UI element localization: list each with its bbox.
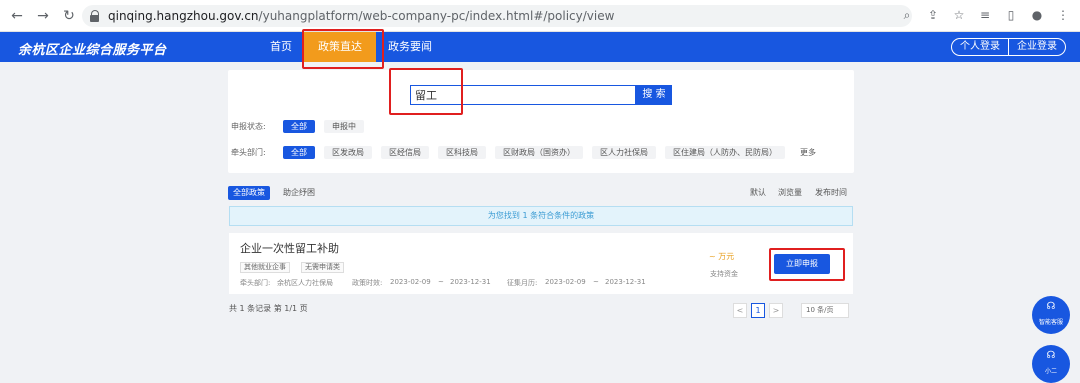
browser-toolbar: ← → ↻ qinqing.hangzhou.gov.cn/yuhangplat… (0, 0, 1080, 32)
policy-title[interactable]: 企业一次性留工补助 (240, 240, 339, 256)
tab-relief[interactable]: 助企纾困 (278, 186, 320, 200)
menu-icon[interactable]: ⋮ (1054, 6, 1072, 24)
status-filter-label: 申报状态: (231, 122, 266, 131)
policy-collect-end: 2023-12-31 (605, 278, 646, 286)
policy-tag: 其他就业企事 (240, 262, 290, 273)
reading-list-icon[interactable]: ≡ (976, 6, 994, 24)
login-group: 个人登录 企业登录 (951, 38, 1066, 56)
dept-option-jingxin[interactable]: 区经信局 (381, 146, 429, 159)
dept-option-fagai[interactable]: 区发改局 (324, 146, 372, 159)
policy-dept: 余杭区人力社保局 (277, 279, 333, 287)
dept-option-keji[interactable]: 区科技局 (438, 146, 486, 159)
policy-valid-tilde: ~ (438, 278, 444, 286)
zoom-icon[interactable]: ⌕ (898, 6, 916, 24)
personal-login-button[interactable]: 个人登录 (951, 38, 1009, 56)
tab-all-policies[interactable]: 全部政策 (228, 186, 270, 200)
prev-page-button[interactable]: < (733, 303, 747, 318)
site-header: 余杭区企业综合服务平台 首页 政策直达 政务要闻 个人登录 企业登录 (0, 32, 1080, 62)
sort-views[interactable]: 浏览量 (778, 186, 802, 200)
headset-icon: ☊ (1046, 301, 1056, 312)
apply-highlight-frame (769, 248, 845, 281)
policy-dept-label: 牵头部门: (240, 279, 271, 287)
forward-icon[interactable]: → (32, 5, 54, 27)
sidebar-icon[interactable]: ▯ (1002, 6, 1020, 24)
dept-option-zhujian[interactable]: 区住建局（人防办、民防局） (665, 146, 785, 159)
nav-news[interactable]: 政务要闻 (376, 32, 444, 62)
policy-tag: 无需申请类 (301, 262, 344, 273)
dept-filter-label: 牵头部门: (231, 148, 266, 157)
status-filter-row: 申报状态: 全部 申报中 (231, 120, 373, 133)
search-highlight-frame (389, 68, 463, 115)
status-option-all[interactable]: 全部 (283, 120, 315, 133)
result-count-banner: 为您找到 1 条符合条件的政策 (229, 206, 853, 226)
profile-icon[interactable]: ● (1028, 6, 1046, 24)
company-login-button[interactable]: 企业登录 (1009, 38, 1066, 56)
dept-filter-row: 牵头部门: 全部 区发改局 区经信局 区科技局 区财政局（国资办） 区人力社保局… (231, 146, 816, 159)
assistant-label: 小二 (1044, 368, 1057, 375)
policy-card[interactable]: 企业一次性留工补助 其他就业企事 无需申请类 牵头部门: 余杭区人力社保局 政策… (229, 233, 853, 294)
status-option-open[interactable]: 申报中 (324, 120, 364, 133)
policy-collect-label: 征集月历: (507, 279, 538, 287)
result-tab-bar: 全部政策 助企纾困 默认 浏览量 发布时间 (228, 184, 854, 202)
sort-default[interactable]: 默认 (750, 186, 766, 200)
search-panel: 搜 索 申报状态: 全部 申报中 牵头部门: 全部 区发改局 区经信局 区科技局… (228, 70, 854, 173)
assistant-button[interactable]: ☊ 小二 (1032, 345, 1070, 383)
nav-home[interactable]: 首页 (258, 32, 304, 62)
dept-option-caizheng[interactable]: 区财政局（国资办） (495, 146, 583, 159)
search-button[interactable]: 搜 索 (636, 85, 672, 105)
total-records: 共 1 条记录 第 1/1 页 (229, 304, 308, 313)
page-size-select[interactable]: 10 条/页 (801, 303, 849, 318)
pager: < 1 > (733, 303, 783, 318)
customer-service-label: 智能客服 (1038, 319, 1063, 326)
policy-collect-start: 2023-02-09 (545, 278, 586, 286)
policy-amount: ~ 万元 (709, 252, 735, 261)
dept-option-renshe[interactable]: 区人力社保局 (592, 146, 656, 159)
nav-highlight-frame (302, 29, 384, 69)
star-icon[interactable]: ☆ (950, 6, 968, 24)
back-icon[interactable]: ← (6, 5, 28, 27)
page-number[interactable]: 1 (751, 303, 765, 318)
reload-icon[interactable]: ↻ (58, 5, 80, 27)
policy-valid-label: 政策时效: (352, 279, 383, 287)
dept-more-link[interactable]: 更多 (800, 147, 816, 158)
share-icon[interactable]: ⇪ (924, 6, 942, 24)
url-path: /yuhangplatform/web-company-pc/index.htm… (258, 9, 615, 23)
url-host: qinqing.hangzhou.gov.cn (108, 9, 259, 23)
site-logo[interactable]: 余杭区企业综合服务平台 (18, 39, 167, 58)
address-bar[interactable]: qinqing.hangzhou.gov.cn/yuhangplatform/w… (82, 5, 912, 27)
policy-valid-end: 2023-12-31 (450, 278, 491, 286)
assistant-icon: ☊ (1046, 350, 1056, 361)
customer-service-button[interactable]: ☊ 智能客服 (1032, 296, 1070, 334)
pagination-row: 共 1 条记录 第 1/1 页 < 1 > 10 条/页 (229, 302, 853, 320)
dept-option-all[interactable]: 全部 (283, 146, 315, 159)
policy-collect-tilde: ~ (593, 278, 599, 286)
sort-publish-time[interactable]: 发布时间 (815, 186, 847, 200)
policy-fund-type: 支持资金 (710, 270, 738, 278)
policy-valid-start: 2023-02-09 (390, 278, 431, 286)
next-page-button[interactable]: > (769, 303, 783, 318)
lock-icon (90, 10, 100, 22)
